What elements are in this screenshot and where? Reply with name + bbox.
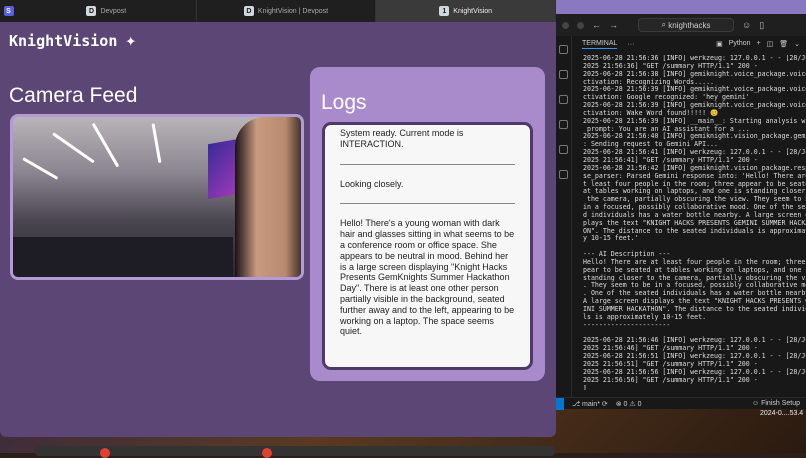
tab-number-icon: 1 [439, 6, 450, 16]
back-icon[interactable]: ← [592, 20, 601, 30]
add-terminal-icon[interactable]: + [757, 40, 761, 48]
sparkle-icon: ✦ [125, 30, 137, 51]
tab-label: KnightVision [453, 7, 493, 15]
run-debug-icon[interactable] [559, 120, 568, 129]
command-center-search[interactable]: ⌕ knighthacks [638, 18, 734, 32]
finish-setup-label: Finish Setup [761, 400, 800, 407]
extensions-icon[interactable] [559, 145, 568, 154]
pinned-tab-icon: S [3, 6, 14, 16]
logs-panel: Logs System ready. Current mode is INTER… [310, 67, 545, 381]
camera-feed-heading: Camera Feed [9, 84, 138, 107]
terminal-shell-icon: ▣ [716, 41, 723, 48]
more-icon[interactable]: ··· [627, 41, 634, 48]
warning-count: 0 [637, 400, 642, 408]
error-count: 0 [623, 400, 628, 408]
devpost-icon: D [243, 6, 254, 16]
search-view-icon[interactable] [559, 70, 568, 79]
logs-heading: Logs [321, 91, 367, 114]
forward-icon[interactable]: → [609, 20, 618, 30]
vscode-window: ← → ⌕ knighthacks ☺ ▯ TERMINAL ··· ▣ Python… [556, 14, 806, 410]
browser-window: S D Devpost D KnightVision | Devpost 1 Knig… [0, 0, 556, 437]
tab-label: Devpost [100, 7, 127, 15]
copilot-icon: ☺ [751, 400, 762, 407]
activity-bar [556, 36, 572, 397]
window-control[interactable] [577, 21, 584, 29]
explorer-icon[interactable] [559, 45, 568, 54]
desktop-date: 2024-0....53.4 [760, 410, 804, 417]
problems-indicator[interactable]: ⊗ 0 ⚠ 0 [616, 400, 642, 408]
finish-setup-button[interactable]: ☺ Finish Setup [752, 400, 806, 407]
terminal-shell-label[interactable]: Python [729, 40, 751, 48]
search-text: knighthacks [668, 20, 711, 30]
log-divider [340, 203, 515, 205]
trash-icon[interactable]: 🗑 [779, 40, 788, 48]
tab-label: KnightVision | Devpost [257, 7, 329, 15]
log-entry: Hello! There's a young woman with dark h… [340, 218, 515, 337]
camera-feed-image [10, 114, 304, 280]
log-entry: System ready. Current mode is INTERACTIO… [340, 128, 464, 149]
log-divider [340, 163, 515, 165]
search-icon: ⌕ [661, 20, 669, 29]
window-control[interactable] [562, 21, 569, 29]
dock [35, 446, 555, 456]
branch-name: main* [582, 400, 600, 408]
branch-indicator[interactable]: ⎇ main* ⟳ [572, 400, 608, 408]
layout-icon[interactable]: ▯ [759, 20, 764, 31]
remote-indicator[interactable] [556, 397, 564, 410]
tab-knightvision[interactable]: 1 KnightVision [376, 0, 556, 22]
devpost-icon: D [86, 6, 97, 16]
tab-knightvision-devpost[interactable]: D KnightVision | Devpost [197, 0, 377, 22]
dock-app-icon[interactable] [100, 448, 110, 458]
terminal-output[interactable]: 2025-06-28 21:56:36 [INFO] werkzeug: 127… [583, 55, 806, 397]
copilot-icon[interactable]: ☺ [742, 20, 751, 30]
log-entry: Looking closely. [340, 178, 404, 189]
dock-app-icon[interactable] [262, 448, 272, 458]
vscode-titlebar: ← → ⌕ knighthacks ☺ ▯ [556, 14, 806, 36]
status-bar: ⎇ main* ⟳ ⊗ 0 ⚠ 0 ☺ Finish Setup [556, 397, 806, 410]
pinned-tab[interactable]: S [0, 0, 17, 22]
split-icon[interactable]: ◫ [767, 40, 774, 48]
chevron-down-icon[interactable]: ⌄ [794, 40, 800, 48]
app-title: KnightVision ✦ [9, 30, 136, 51]
tab-bar: S D Devpost D KnightVision | Devpost 1 Knig… [0, 0, 556, 22]
tab-devpost[interactable]: D Devpost [17, 0, 197, 22]
app-title-text: KnightVision [9, 31, 118, 50]
testing-icon[interactable] [559, 170, 568, 179]
tab-terminal[interactable]: TERMINAL [582, 40, 618, 49]
wallpaper-strip [556, 0, 806, 14]
logs-list[interactable]: System ready. Current mode is INTERACTIO… [322, 122, 533, 370]
source-control-icon[interactable] [559, 95, 568, 104]
panel-header: TERMINAL ··· ▣ Python + ◫ 🗑 ⌄ [572, 36, 806, 52]
